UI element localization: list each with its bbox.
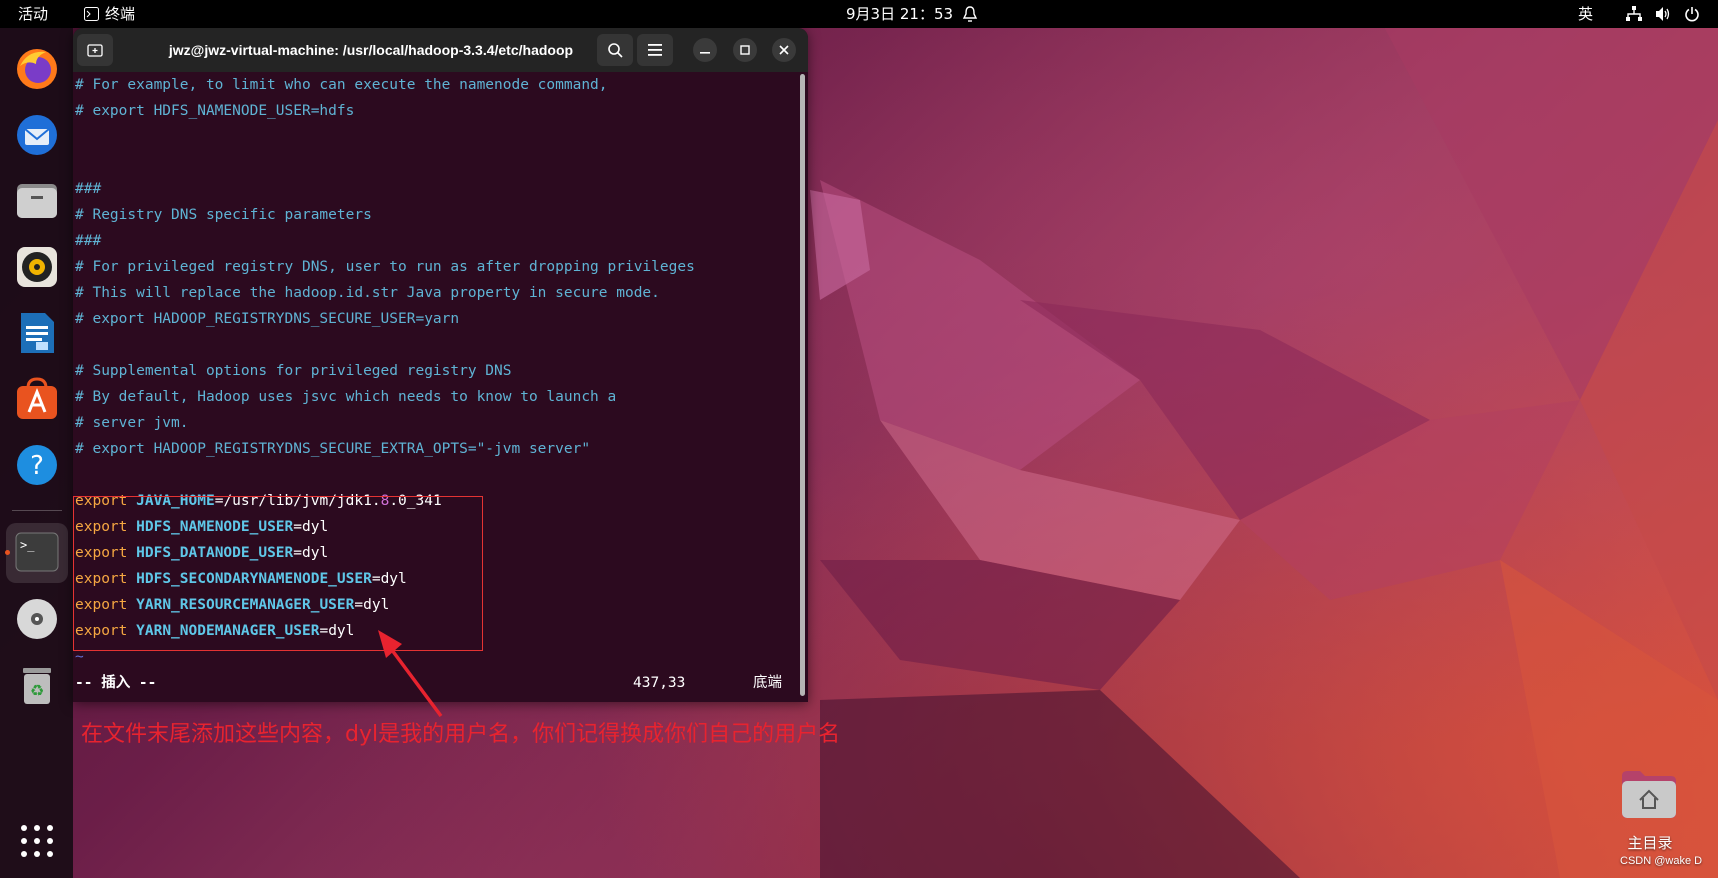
scroll-position: 底端	[753, 675, 782, 691]
thunderbird-icon[interactable]	[14, 112, 60, 158]
volume-icon[interactable]	[1655, 0, 1671, 28]
rhythmbox-icon[interactable]	[14, 244, 60, 290]
app-center-icon[interactable]	[14, 376, 60, 422]
dvd-icon[interactable]	[14, 596, 60, 642]
svg-text:?: ?	[30, 451, 44, 481]
annotation-text: 在文件末尾添加这些内容，dyl是我的用户名，你们记得换成你们自己的用户名	[81, 722, 841, 747]
notification-bell-icon[interactable]	[962, 0, 978, 28]
search-button[interactable]	[597, 34, 633, 66]
window-title: jwz@jwz-virtual-machine: /usr/local/hado…	[168, 42, 574, 58]
clock[interactable]: 9月3日 21：53	[846, 0, 953, 28]
home-folder-icon[interactable]	[1620, 768, 1678, 820]
help-icon[interactable]: ?	[14, 442, 60, 488]
buffer-line: # For privileged registry DNS, user to r…	[75, 259, 695, 275]
buffer-line: # Registry DNS specific parameters	[75, 207, 372, 223]
dock: ? >_ ♻	[0, 28, 73, 878]
trash-icon[interactable]: ♻	[14, 662, 60, 708]
dock-separator	[12, 510, 62, 511]
show-apps-icon[interactable]	[14, 818, 60, 864]
svg-text:>_: >_	[20, 538, 35, 552]
input-method-indicator[interactable]: 英	[1578, 0, 1593, 28]
terminal-header[interactable]: jwz@jwz-virtual-machine: /usr/local/hado…	[73, 28, 808, 72]
home-folder-label: 主目录	[1627, 834, 1673, 852]
files-icon[interactable]	[14, 178, 60, 224]
svg-text:♻: ♻	[30, 681, 44, 700]
watermark: CSDN @wake D	[1620, 855, 1703, 867]
buffer-line: # For example, to limit who can execute …	[75, 77, 608, 93]
power-icon[interactable]	[1684, 0, 1700, 28]
writer-icon[interactable]	[14, 310, 60, 356]
minimize-button[interactable]	[693, 38, 717, 62]
close-button[interactable]	[772, 38, 796, 62]
buffer-line: # Supplemental options for privileged re…	[75, 363, 512, 379]
new-tab-icon	[87, 44, 103, 57]
firefox-icon[interactable]	[14, 46, 60, 92]
terminal-icon[interactable]: >_	[6, 523, 68, 583]
minimize-icon	[700, 52, 710, 54]
buffer-line: # export HADOOP_REGISTRYDNS_SECURE_EXTRA…	[75, 441, 591, 457]
buffer-line: # By default, Hadoop uses jsvc which nee…	[75, 389, 617, 405]
buffer-line: # This will replace the hadoop.id.str Ja…	[75, 285, 660, 301]
buffer-line: # server jvm.	[75, 415, 189, 431]
running-indicator	[5, 550, 10, 555]
buffer-line: # export HADOOP_REGISTRYDNS_SECURE_USER=…	[75, 311, 460, 327]
search-icon	[608, 43, 623, 58]
highlight-box	[73, 496, 483, 651]
new-tab-button[interactable]	[77, 34, 113, 66]
maximize-icon	[740, 45, 750, 55]
vim-mode-indicator: -- 插入 --	[75, 675, 157, 691]
buffer-line: ###	[75, 233, 102, 249]
cursor-position: 437,33	[633, 675, 686, 691]
app-menu[interactable]: 终端	[84, 0, 135, 28]
close-icon	[779, 45, 789, 55]
buffer-line: ###	[75, 181, 102, 197]
top-bar: 活动 终端 9月3日 21：53 英	[0, 0, 1718, 28]
network-icon[interactable]	[1626, 0, 1642, 28]
activities-button[interactable]: 活动	[18, 0, 48, 28]
terminal-small-icon	[84, 7, 99, 21]
terminal-scrollbar[interactable]	[800, 74, 805, 696]
buffer-line: # export HDFS_NAMENODE_USER=hdfs	[75, 103, 355, 119]
hamburger-icon	[648, 44, 662, 56]
app-name: 终端	[105, 5, 136, 23]
maximize-button[interactable]	[733, 38, 757, 62]
menu-button[interactable]	[637, 34, 673, 66]
